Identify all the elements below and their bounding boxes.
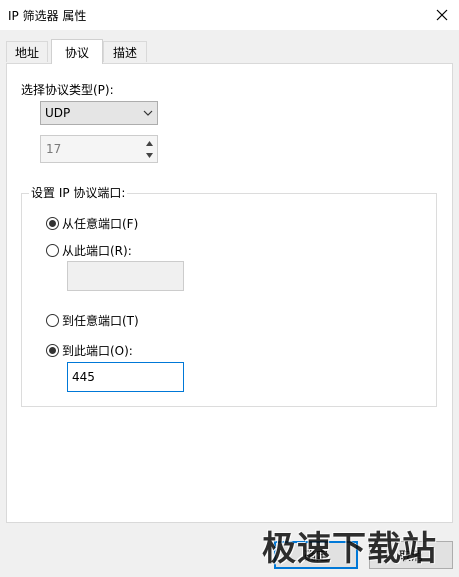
watermark: 极速下载站	[262, 529, 437, 569]
stepper-up-button[interactable]	[142, 137, 156, 149]
protocol-type-value: UDP	[45, 106, 71, 120]
radio-from-this-circle	[46, 244, 59, 257]
chevron-down-icon	[143, 110, 153, 116]
radio-from-this-label: 从此端口(R):	[62, 244, 132, 258]
protocol-type-select[interactable]: UDP	[40, 101, 158, 125]
radio-selected-dot	[49, 220, 56, 227]
tab-description[interactable]: 描述	[103, 41, 147, 62]
radio-from-any-circle	[46, 217, 59, 230]
radio-from-this-port[interactable]: 从此端口(R):	[46, 242, 132, 259]
radio-to-any-label: 到任意端口(T)	[62, 314, 139, 328]
tab-protocol-label: 协议	[64, 45, 89, 60]
tab-address[interactable]: 地址	[6, 41, 48, 62]
port-group-label: 设置 IP 协议端口:	[29, 184, 128, 201]
radio-to-this-label: 到此端口(O):	[62, 344, 133, 358]
title-bar: IP 筛选器 属性	[0, 0, 459, 30]
close-button[interactable]	[425, 0, 459, 30]
to-port-value: 445	[72, 370, 95, 384]
tab-protocol[interactable]: 协议	[51, 39, 103, 64]
to-port-input[interactable]: 445	[67, 362, 184, 392]
close-icon	[436, 9, 448, 21]
radio-to-this-circle	[46, 344, 59, 357]
tab-address-label: 地址	[14, 45, 39, 60]
radio-selected-dot	[49, 347, 56, 354]
radio-from-any-port[interactable]: 从任意端口(F)	[46, 215, 138, 232]
from-port-input[interactable]	[67, 261, 184, 291]
protocol-type-label: 选择协议类型(P):	[21, 83, 114, 97]
chevron-up-icon	[145, 140, 153, 146]
chevron-down-small-icon	[145, 152, 153, 158]
radio-to-this-port[interactable]: 到此端口(O):	[46, 342, 133, 359]
tab-description-label: 描述	[112, 45, 137, 60]
radio-from-any-label: 从任意端口(F)	[62, 217, 139, 231]
stepper-buttons	[142, 137, 156, 161]
radio-to-any-circle	[46, 314, 59, 327]
protocol-number-stepper[interactable]: 17	[40, 135, 158, 163]
window-title: IP 筛选器 属性	[8, 9, 87, 23]
stepper-down-button[interactable]	[142, 149, 156, 161]
protocol-number-value: 17	[46, 142, 62, 156]
radio-to-any-port[interactable]: 到任意端口(T)	[46, 312, 139, 329]
